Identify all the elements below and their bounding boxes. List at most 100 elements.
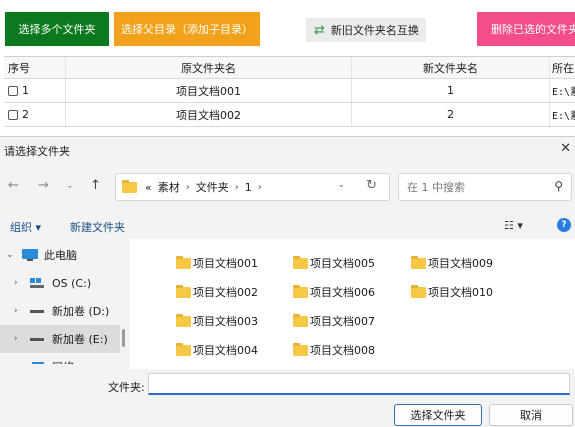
header-new-name: 新文件夹名 xyxy=(352,57,550,78)
folder-icon xyxy=(293,342,308,356)
forward-arrow-icon[interactable]: → xyxy=(38,178,49,193)
row-checkbox[interactable] xyxy=(8,85,18,96)
folder-name: 项目文档006 xyxy=(310,286,375,299)
list-item[interactable]: 项目文档010 xyxy=(411,282,493,302)
list-item[interactable]: 项目文档007 xyxy=(293,311,375,331)
header-old-name: 原文件夹名 xyxy=(66,57,352,78)
select-multiple-folders-button[interactable]: 选择多个文件夹 xyxy=(5,12,109,46)
computer-icon xyxy=(22,249,38,261)
nav-item-label: 此电脑 xyxy=(44,249,77,262)
organize-menu[interactable]: 组织 ▾ xyxy=(10,219,41,235)
drive-icon xyxy=(30,305,46,317)
nav-item-network[interactable]: › 网络 xyxy=(0,353,120,364)
chevron-down-icon[interactable]: ⌄ xyxy=(6,250,20,260)
dialog-title: 请选择文件夹 xyxy=(4,145,70,158)
drive-icon xyxy=(30,333,46,345)
chevron-right-icon[interactable]: › xyxy=(14,362,28,364)
breadcrumb-segment[interactable]: 1 xyxy=(245,181,252,194)
folder-icon xyxy=(293,313,308,327)
list-item[interactable]: 项目文档006 xyxy=(293,282,375,302)
chevron-down-icon[interactable]: ⌄ xyxy=(337,180,345,190)
table-header-row: 序号 原文件夹名 新文件夹名 所在目 xyxy=(4,57,575,79)
refresh-icon[interactable]: ↻ xyxy=(366,178,377,193)
folder-icon xyxy=(293,284,308,298)
table-row[interactable]: 1 项目文档001 1 E:\素 xyxy=(4,79,575,103)
table-row[interactable]: 2 项目文档002 2 E:\素 xyxy=(4,103,575,127)
nav-item-drive-e[interactable]: › 新加卷 (E:) xyxy=(0,325,120,353)
recent-locations-chevron-icon[interactable]: ⌄ xyxy=(66,181,74,191)
header-index: 序号 xyxy=(4,57,66,78)
row-old-name: 项目文档001 xyxy=(66,79,352,102)
list-item[interactable]: 项目文档005 xyxy=(293,253,375,273)
folder-name: 项目文档004 xyxy=(193,344,258,357)
list-item[interactable]: 项目文档008 xyxy=(293,340,375,360)
chevron-right-icon[interactable]: › xyxy=(14,306,28,316)
row-new-name: 2 xyxy=(352,103,550,126)
swap-names-label: 新旧文件夹名互换 xyxy=(330,24,419,37)
breadcrumb-segment[interactable]: 素材 xyxy=(158,179,180,195)
folder-icon xyxy=(411,284,426,298)
folder-icon xyxy=(411,255,426,269)
breadcrumb-segment[interactable]: 文件夹 xyxy=(196,179,229,195)
delete-selected-button[interactable]: 删除已选的文件夹 xyxy=(477,12,575,46)
search-placeholder: 在 1 中搜索 xyxy=(407,181,465,194)
swap-names-button[interactable]: ⇄ 新旧文件夹名互换 xyxy=(306,18,426,42)
row-checkbox[interactable] xyxy=(8,109,18,120)
folder-name: 项目文档008 xyxy=(310,344,375,357)
file-list: 项目文档001 项目文档002 项目文档003 项目文档004 项目文档005 … xyxy=(130,239,575,369)
navigation-pane: ⌄ 此电脑 › OS (C:) › 新加卷 (D:) › 新加卷 (E:) xyxy=(0,239,120,364)
address-bar[interactable]: « 素材 › 文件夹 › 1 › ⌄ ↻ xyxy=(115,173,390,201)
folder-icon xyxy=(176,284,191,298)
folder-name: 项目文档005 xyxy=(310,257,375,270)
row-location: E:\素 xyxy=(552,87,575,98)
folder-field[interactable] xyxy=(148,373,570,395)
nav-pane-scrollbar[interactable] xyxy=(122,329,125,347)
dialog-footer: 文件夹: 选择文件夹 取消 xyxy=(0,369,575,427)
new-folder-button[interactable]: 新建文件夹 xyxy=(70,219,125,235)
nav-item-drive-d[interactable]: › 新加卷 (D:) xyxy=(0,297,120,325)
folder-icon xyxy=(176,313,191,327)
up-arrow-icon[interactable]: ↑ xyxy=(90,178,101,193)
nav-item-this-pc[interactable]: ⌄ 此电脑 xyxy=(0,241,120,269)
folder-field-label: 文件夹: xyxy=(108,381,145,394)
app-toolbar: 选择多个文件夹 选择父目录（添加子目录） ⇄ 新旧文件夹名互换 删除已选的文件夹 xyxy=(0,0,575,56)
select-parent-directory-button[interactable]: 选择父目录（添加子目录） xyxy=(114,12,260,46)
nav-item-label: 网络 xyxy=(52,359,74,364)
chevron-right-icon: › xyxy=(234,181,239,193)
list-item[interactable]: 项目文档001 xyxy=(176,253,258,273)
list-item[interactable]: 项目文档009 xyxy=(411,253,493,273)
nav-item-os-c[interactable]: › OS (C:) xyxy=(0,269,120,297)
list-item[interactable]: 项目文档002 xyxy=(176,282,258,302)
folder-name: 项目文档002 xyxy=(193,286,258,299)
row-location: E:\素 xyxy=(552,111,575,122)
search-input[interactable]: 在 1 中搜索 ⚲ xyxy=(398,173,572,201)
row-index: 2 xyxy=(22,108,29,121)
chevron-right-icon: › xyxy=(257,181,262,193)
folder-name: 项目文档003 xyxy=(193,315,258,328)
search-icon: ⚲ xyxy=(554,179,563,193)
folder-icon xyxy=(293,255,308,269)
command-bar: 组织 ▾ 新建文件夹 ☷ ▾ ? xyxy=(0,213,575,239)
select-folder-button[interactable]: 选择文件夹 xyxy=(394,404,482,426)
back-arrow-icon[interactable]: ← xyxy=(8,178,19,193)
navigation-bar: ← → ⌄ ↑ « 素材 › 文件夹 › 1 › ⌄ ↻ 在 1 中搜索 ⚲ xyxy=(0,167,575,207)
folder-name: 项目文档010 xyxy=(428,286,493,299)
view-options-icon[interactable]: ☷ ▾ xyxy=(504,219,523,232)
chevron-right-icon: › xyxy=(185,181,190,193)
swap-icon: ⇄ xyxy=(314,22,325,38)
help-icon[interactable]: ? xyxy=(557,218,571,232)
chevron-right-icon[interactable]: › xyxy=(14,334,28,344)
folder-table: 序号 原文件夹名 新文件夹名 所在目 1 项目文档001 1 E:\素 2 项目… xyxy=(4,56,575,127)
list-item[interactable]: 项目文档003 xyxy=(176,311,258,331)
list-item[interactable]: 项目文档004 xyxy=(176,340,258,360)
folder-name: 项目文档007 xyxy=(310,315,375,328)
close-icon[interactable]: ✕ xyxy=(560,141,571,156)
network-icon xyxy=(30,361,46,364)
breadcrumb-overflow[interactable]: « xyxy=(145,181,152,194)
row-old-name: 项目文档002 xyxy=(66,103,352,126)
folder-icon xyxy=(176,342,191,356)
cancel-button[interactable]: 取消 xyxy=(489,404,573,426)
folder-icon xyxy=(176,255,191,269)
windows-drive-icon xyxy=(30,277,46,289)
chevron-right-icon[interactable]: › xyxy=(14,278,28,288)
